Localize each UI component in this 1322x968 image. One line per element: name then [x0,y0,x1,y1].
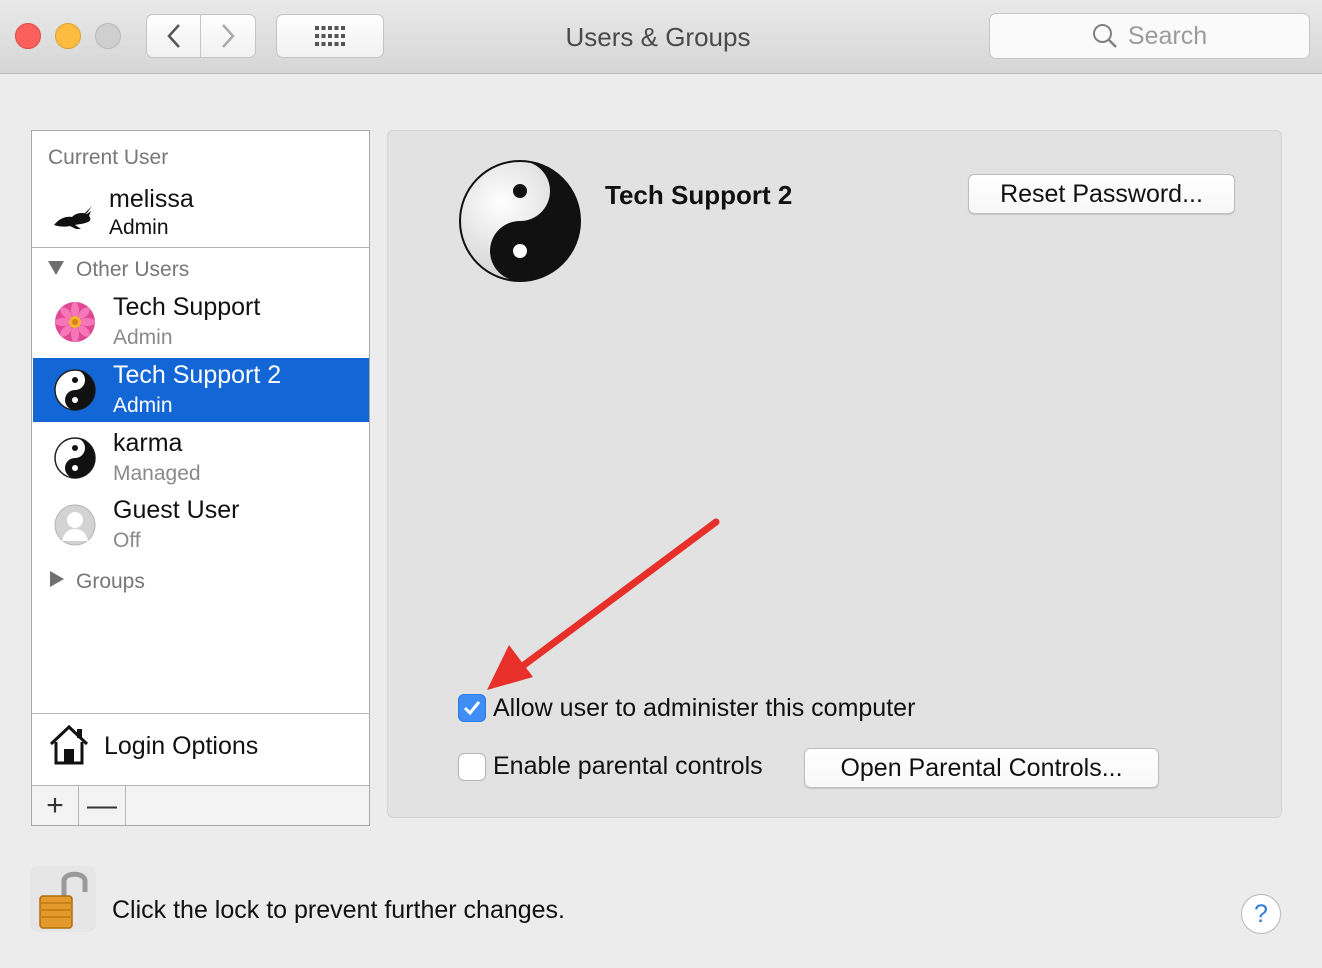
help-button[interactable]: ? [1241,894,1281,934]
unlocked-padlock-icon [39,871,88,929]
lock-status-text: Click the lock to prevent further change… [112,896,566,924]
annotation-arrow [487,518,720,690]
lock-button[interactable] [30,866,96,932]
